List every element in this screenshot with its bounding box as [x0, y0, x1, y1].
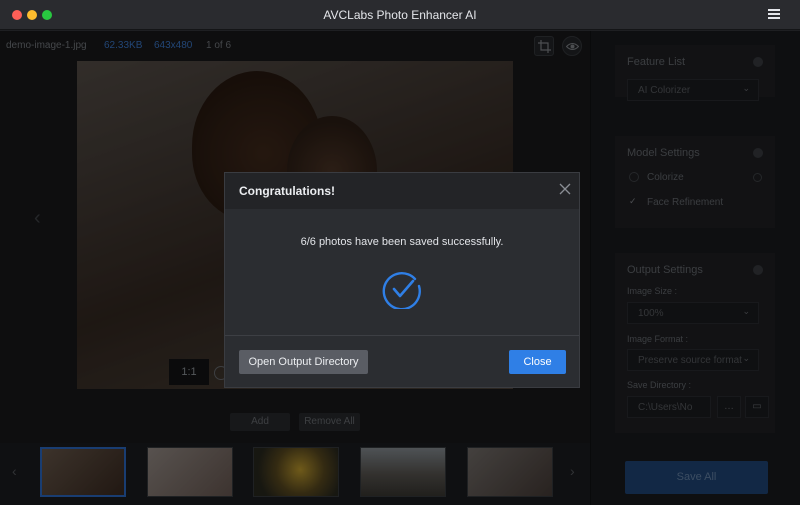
dialog-message: 6/6 photos have been saved successfully. — [300, 236, 504, 248]
hamburger-menu-icon[interactable] — [768, 7, 780, 21]
dialog-header: Congratulations! — [225, 173, 579, 209]
dialog-title: Congratulations! — [239, 184, 335, 198]
close-button[interactable]: Close — [509, 350, 566, 374]
congratulations-dialog: Congratulations! 6/6 photos have been sa… — [224, 172, 580, 388]
title-bar: AVCLabs Photo Enhancer AI — [0, 0, 800, 30]
app-title: AVCLabs Photo Enhancer AI — [323, 8, 477, 22]
check-circle-icon — [382, 272, 421, 309]
open-output-directory-button[interactable]: Open Output Directory — [239, 350, 368, 374]
dialog-divider — [225, 335, 579, 336]
close-icon[interactable] — [559, 183, 571, 195]
